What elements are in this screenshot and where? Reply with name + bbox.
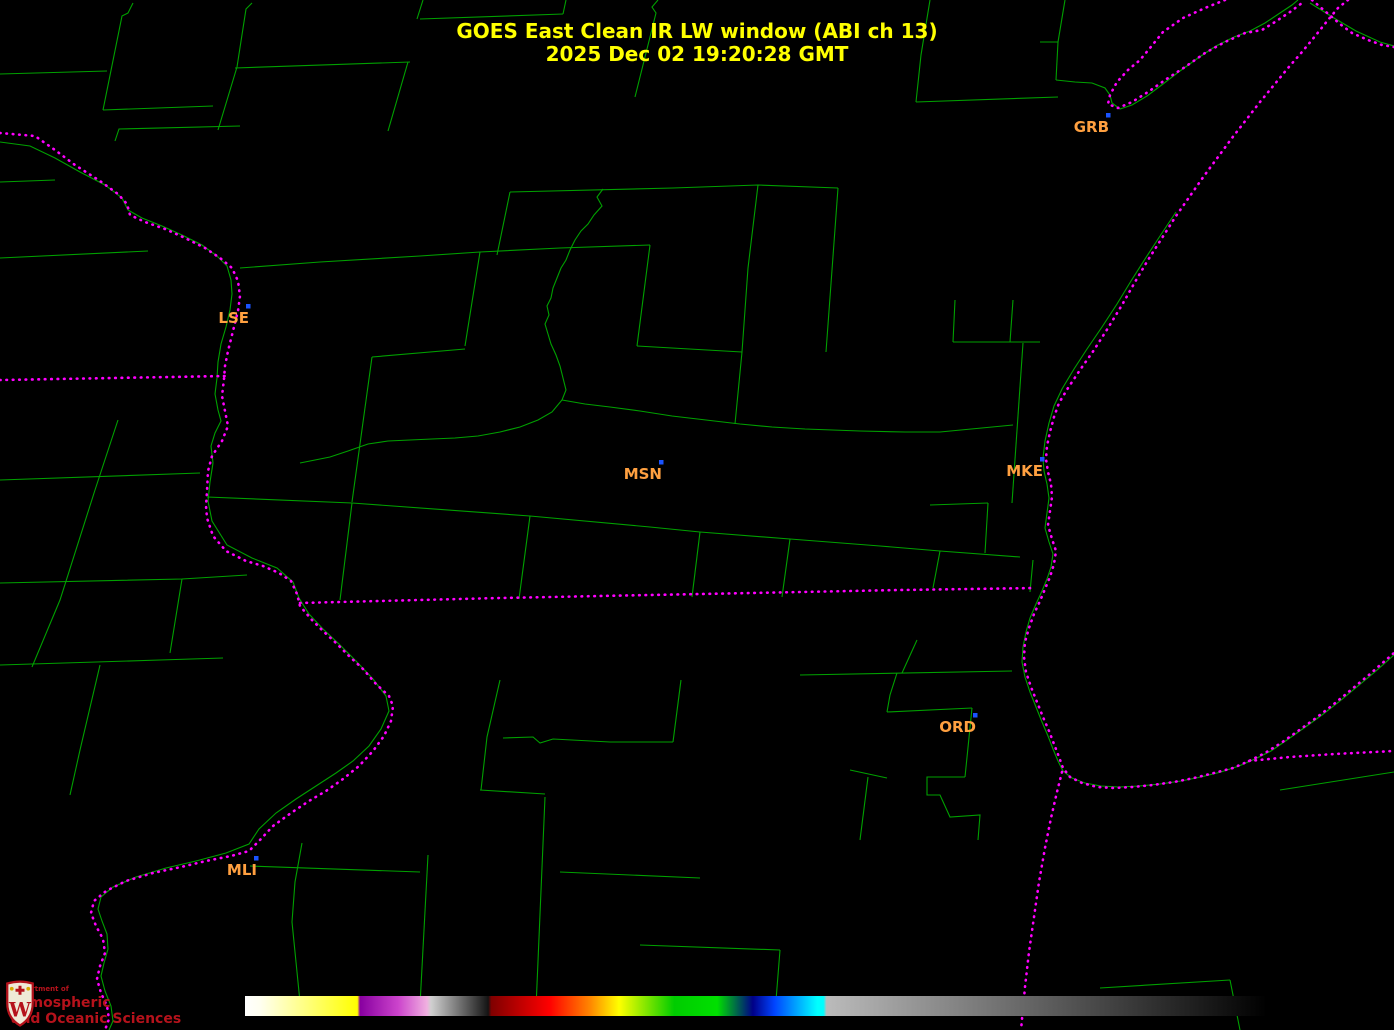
station-marker-lse: LSE [218, 304, 250, 327]
station-label: MLI [227, 861, 257, 879]
station-dot-icon [659, 460, 664, 465]
weather-map: GRB LSE MSN MKE ORD MLI [0, 0, 1394, 1030]
title-line1: GOES East Clean IR LW window (ABI ch 13) [0, 20, 1394, 43]
station-label: MSN [624, 465, 662, 483]
logo-name-line2: and Oceanic Sciences [11, 1012, 181, 1026]
logo-dept-line: Department of [11, 986, 181, 993]
station-marker-msn: MSN [624, 460, 664, 483]
station-markers: GRB LSE MSN MKE ORD MLI [218, 113, 1110, 879]
station-label: ORD [939, 718, 976, 736]
station-dot-icon [254, 856, 259, 861]
station-dot-icon [246, 304, 251, 309]
logo-text: Department of Atmospheric and Oceanic Sc… [11, 979, 181, 1026]
station-marker-mke: MKE [1006, 457, 1044, 480]
station-dot-icon [973, 713, 978, 718]
title-line2: 2025 Dec 02 19:20:28 GMT [0, 43, 1394, 66]
station-dot-icon [1106, 113, 1111, 118]
state-boundaries [0, 0, 1394, 1030]
station-marker-mli: MLI [227, 856, 259, 879]
svg-text:W: W [8, 999, 32, 1022]
county-boundaries [0, 0, 1394, 1030]
station-marker-grb: GRB [1074, 113, 1111, 136]
satellite-image-viewport: GRB LSE MSN MKE ORD MLI GOES East Clean IR LW… [0, 0, 1394, 1030]
station-label: MKE [1006, 462, 1043, 480]
station-marker-ord: ORD [939, 713, 977, 736]
uw-aos-logo: W Department of Atmospheric and Oceanic … [5, 979, 181, 1026]
logo-name-line1: Atmospheric [11, 996, 181, 1010]
ir-enhancement-colorbar [245, 996, 1267, 1016]
station-dot-icon [1040, 457, 1045, 462]
image-title: GOES East Clean IR LW window (ABI ch 13)… [0, 20, 1394, 66]
uw-crest-icon: W [5, 979, 35, 1027]
station-label: LSE [218, 309, 249, 327]
station-label: GRB [1074, 118, 1109, 136]
